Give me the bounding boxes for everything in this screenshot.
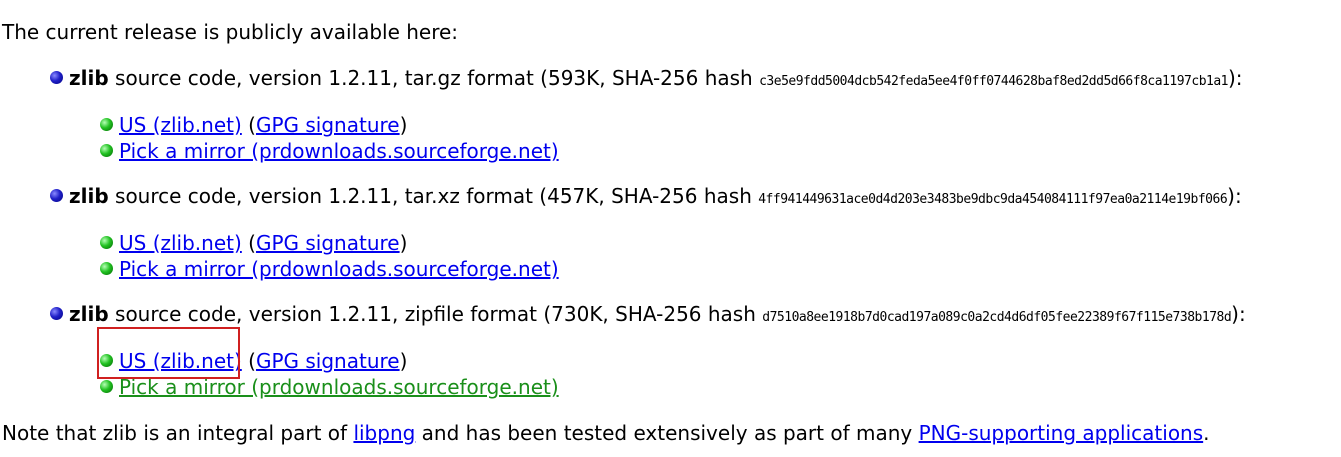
download-link-row-us: US (zlib.net) (GPG signature) [100,230,407,256]
pick-mirror-link[interactable]: Pick a mirror (prdownloads.sourceforge.n… [119,257,559,281]
pick-mirror-link[interactable]: Pick a mirror (prdownloads.sourceforge.n… [119,375,559,399]
note-text-after: . [1203,421,1210,445]
download-description: source code, version 1.2.11, tar.xz form… [108,184,759,208]
blue-bullet-icon [50,71,63,84]
png-supporting-applications-link[interactable]: PNG-supporting applications [919,421,1204,445]
package-name: zlib [69,66,109,90]
note-text-middle: and has been tested extensively as part … [415,421,919,445]
package-name: zlib [69,302,109,326]
green-bullet-icon [100,144,113,157]
download-description: source code, version 1.2.11, tar.gz form… [108,66,760,90]
pick-mirror-link[interactable]: Pick a mirror (prdownloads.sourceforge.n… [119,139,559,163]
sha256-hash: 4ff941449631ace0d4d203e3483be9dbc9da4540… [758,192,1228,207]
gpg-signature-link[interactable]: GPG signature [256,231,400,255]
green-bullet-icon [100,262,113,275]
download-item-zip: zlib source code, version 1.2.11, zipfil… [50,301,1246,331]
us-zlib-net-link[interactable]: US (zlib.net) [119,349,242,373]
libpng-link[interactable]: libpng [353,421,415,445]
download-item-targz: zlib source code, version 1.2.11, tar.gz… [50,65,1243,95]
description-suffix: ): [1227,184,1242,208]
us-zlib-net-link[interactable]: US (zlib.net) [119,231,242,255]
download-link-row-us: US (zlib.net) (GPG signature) [100,348,407,374]
download-description: source code, version 1.2.11, zipfile for… [108,302,763,326]
paren-close: ) [399,113,408,137]
download-item-tarxz: zlib source code, version 1.2.11, tar.xz… [50,183,1242,213]
download-link-row-mirror: Pick a mirror (prdownloads.sourceforge.n… [100,374,559,400]
note-paragraph: Note that zlib is an integral part of li… [2,420,1210,446]
paren-open: ( [248,349,256,373]
green-bullet-icon [100,380,113,393]
blue-bullet-icon [50,189,63,202]
green-bullet-icon [100,236,113,249]
package-name: zlib [69,184,109,208]
blue-bullet-icon [50,307,63,320]
note-text-before: Note that zlib is an integral part of [2,421,354,445]
us-zlib-net-link[interactable]: US (zlib.net) [119,113,242,137]
download-link-row-us: US (zlib.net) (GPG signature) [100,112,407,138]
intro-text: The current release is publicly availabl… [2,20,459,44]
sha256-hash: d7510a8ee1918b7d0cad197a089c0a2cd4d6df05… [762,310,1232,325]
sha256-hash: c3e5e9fdd5004dcb542feda5ee4f0ff0744628ba… [759,74,1228,89]
paren-close: ) [399,349,408,373]
gpg-signature-link[interactable]: GPG signature [256,349,400,373]
download-link-row-mirror: Pick a mirror (prdownloads.sourceforge.n… [100,138,559,164]
paren-open: ( [248,231,256,255]
download-link-row-mirror: Pick a mirror (prdownloads.sourceforge.n… [100,256,559,282]
paren-open: ( [248,113,256,137]
description-suffix: ): [1231,302,1246,326]
green-bullet-icon [100,118,113,131]
description-suffix: ): [1228,66,1243,90]
gpg-signature-link[interactable]: GPG signature [256,113,400,137]
paren-close: ) [399,231,408,255]
green-bullet-icon [100,354,113,367]
